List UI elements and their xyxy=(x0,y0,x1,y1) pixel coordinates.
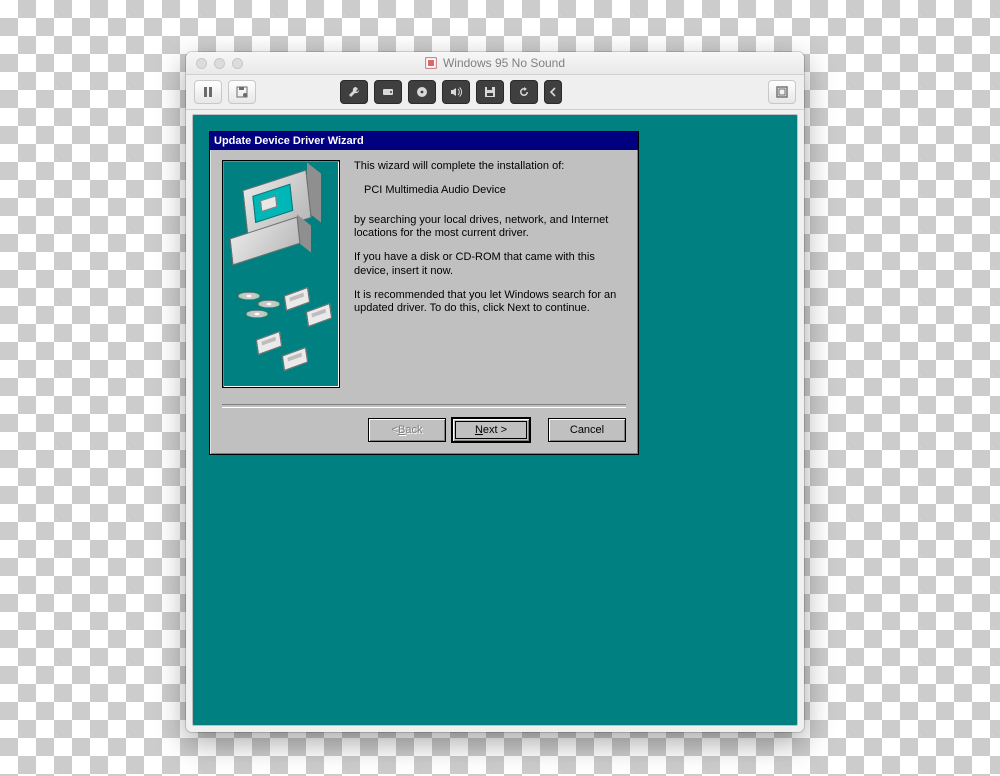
floppy-disk-icon xyxy=(284,287,310,311)
traffic-lights xyxy=(186,58,243,69)
guest-desktop[interactable]: Update Device Driver Wizard xyxy=(192,114,798,726)
close-icon[interactable] xyxy=(196,58,207,69)
host-window-title-text: Windows 95 No Sound xyxy=(443,56,565,70)
pause-button[interactable] xyxy=(194,80,222,104)
driver-wizard-dialog: Update Device Driver Wizard xyxy=(209,131,639,455)
settings-button[interactable] xyxy=(340,80,368,104)
back-button: < Back xyxy=(368,418,446,442)
cd-disc-icon xyxy=(257,300,281,308)
floppy-snapshot-icon xyxy=(236,86,248,98)
chevron-left-icon xyxy=(549,87,557,97)
fullscreen-button[interactable] xyxy=(768,80,796,104)
hdd-button[interactable] xyxy=(374,80,402,104)
wizard-intro: This wizard will complete the installati… xyxy=(354,160,626,174)
dialog-titlebar[interactable]: Update Device Driver Wizard xyxy=(210,132,638,150)
next-button[interactable]: Next > xyxy=(452,418,530,442)
cancel-button-label: Cancel xyxy=(570,424,604,436)
cd-disc-icon xyxy=(237,292,261,300)
cd-button[interactable] xyxy=(408,80,436,104)
wizard-para3: It is recommended that you let Windows s… xyxy=(354,289,626,317)
wizard-device-name: PCI Multimedia Audio Device xyxy=(364,184,626,198)
refresh-icon xyxy=(518,86,530,98)
zoom-icon[interactable] xyxy=(232,58,243,69)
transparency-background: Windows 95 No Sound xyxy=(0,0,1000,776)
wizard-illustration xyxy=(222,160,340,388)
floppy-disk-icon xyxy=(282,347,308,371)
fullscreen-icon xyxy=(776,86,788,98)
snapshot-button[interactable] xyxy=(228,80,256,104)
dialog-title-text: Update Device Driver Wizard xyxy=(214,135,364,147)
cancel-button[interactable]: Cancel xyxy=(548,418,626,442)
eject-button[interactable] xyxy=(544,80,562,104)
computer-icon xyxy=(245,179,309,229)
cd-icon xyxy=(416,86,428,98)
wizard-button-row: < Back Next > Cancel xyxy=(222,418,626,442)
floppy-disk-icon xyxy=(306,303,332,327)
host-titlebar[interactable]: Windows 95 No Sound xyxy=(186,52,804,75)
minimize-icon[interactable] xyxy=(214,58,225,69)
wizard-para2: If you have a disk or CD-ROM that came w… xyxy=(354,251,626,279)
host-toolbar xyxy=(186,75,804,110)
reset-button[interactable] xyxy=(510,80,538,104)
host-window-title: Windows 95 No Sound xyxy=(186,56,804,70)
vm-app-icon xyxy=(425,57,437,69)
floppy-disk-icon xyxy=(256,331,282,355)
hdd-icon xyxy=(382,86,394,98)
back-button-rest: ack xyxy=(405,424,422,436)
next-button-accel: N xyxy=(475,424,483,436)
host-app-window: Windows 95 No Sound xyxy=(186,52,804,732)
speaker-icon xyxy=(450,86,462,98)
floppy-icon xyxy=(484,86,496,98)
floppy-button[interactable] xyxy=(476,80,504,104)
pause-icon xyxy=(203,87,213,97)
wrench-icon xyxy=(348,86,360,98)
cd-disc-icon xyxy=(245,310,269,318)
wizard-para1: by searching your local drives, network,… xyxy=(354,214,626,242)
next-button-rest: ext > xyxy=(483,424,507,436)
back-button-accel: B xyxy=(398,424,405,436)
sound-button[interactable] xyxy=(442,80,470,104)
wizard-text-block: This wizard will complete the installati… xyxy=(354,160,626,388)
separator xyxy=(222,404,626,408)
